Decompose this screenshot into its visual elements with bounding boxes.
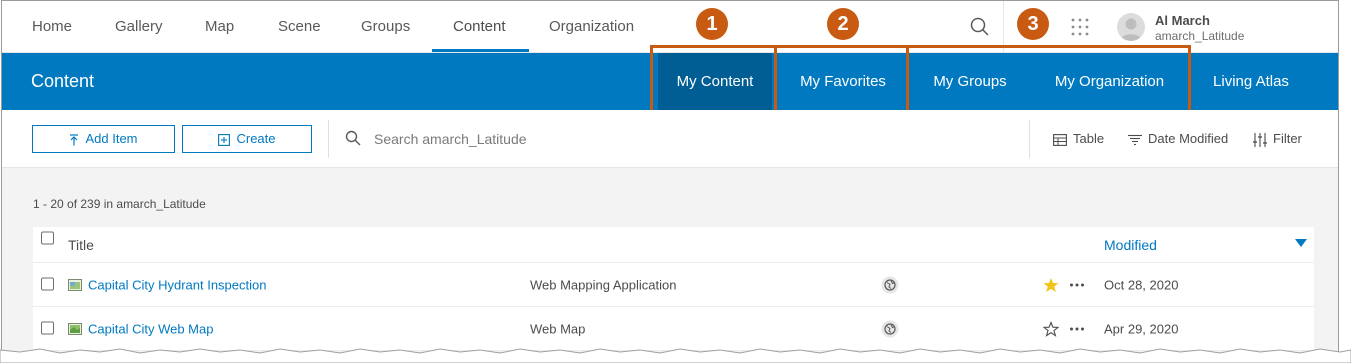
sort-descending-icon[interactable] xyxy=(1295,239,1307,247)
torn-edge-decoration xyxy=(0,348,1351,363)
table-row[interactable]: Capital City Web Map Web Map Apr 29, 202… xyxy=(33,307,1314,351)
column-title-header[interactable]: Title xyxy=(68,237,94,253)
nav-home[interactable]: Home xyxy=(32,1,72,53)
nav-map[interactable]: Map xyxy=(205,1,234,53)
sort-lines-icon xyxy=(1128,134,1142,145)
item-modified-date: Apr 29, 2020 xyxy=(1104,321,1179,336)
search-input[interactable] xyxy=(342,125,1012,153)
item-modified-date: Oct 28, 2020 xyxy=(1104,277,1179,292)
more-options-icon[interactable] xyxy=(1069,282,1085,288)
app-window: Home Gallery Map Scene Groups Content Or… xyxy=(1,0,1339,356)
item-title-link[interactable]: Capital City Hydrant Inspection xyxy=(88,277,266,292)
callout-badge-3: 3 xyxy=(1017,8,1049,40)
content-table: Title Modified Capital City Hydrant Insp… xyxy=(33,227,1314,351)
plus-square-icon xyxy=(218,133,231,146)
content-toolbar: Add Item Create Table xyxy=(2,110,1338,168)
nav-scene[interactable]: Scene xyxy=(278,1,321,53)
callout-box-2 xyxy=(774,45,909,115)
select-all-checkbox[interactable] xyxy=(41,231,54,245)
user-silhouette-icon xyxy=(1120,18,1142,41)
item-type: Web Mapping Application xyxy=(530,277,677,292)
toolbar-divider xyxy=(1029,120,1030,158)
row-checkbox[interactable] xyxy=(41,277,54,291)
column-modified-header[interactable]: Modified xyxy=(1104,237,1157,253)
table-icon xyxy=(1053,133,1067,146)
nav-organization[interactable]: Organization xyxy=(549,1,634,53)
nav-active-indicator xyxy=(432,49,529,52)
results-count: 1 - 20 of 239 in amarch_Latitude xyxy=(33,197,206,211)
filter-label: Filter xyxy=(1273,131,1302,146)
upload-icon xyxy=(70,133,79,146)
shared-everyone-globe-icon xyxy=(881,320,899,337)
view-table-button[interactable]: Table xyxy=(1053,110,1104,168)
app-launcher-icon[interactable] xyxy=(1070,17,1090,37)
user-name[interactable]: Al March xyxy=(1155,13,1210,28)
more-options-icon[interactable] xyxy=(1069,326,1085,332)
add-item-button[interactable]: Add Item xyxy=(32,125,175,153)
item-title-link[interactable]: Capital City Web Map xyxy=(88,321,213,336)
toolbar-divider xyxy=(328,120,329,158)
favorite-star-outline-icon[interactable] xyxy=(1043,320,1059,337)
search-icon[interactable] xyxy=(968,15,992,39)
table-row[interactable]: Capital City Hydrant Inspection Web Mapp… xyxy=(33,263,1314,307)
nav-groups[interactable]: Groups xyxy=(361,1,410,53)
web-map-icon xyxy=(68,322,82,335)
nav-content[interactable]: Content xyxy=(453,1,506,53)
create-label: Create xyxy=(236,131,276,146)
filter-button[interactable]: Filter xyxy=(1253,110,1302,168)
sort-label: Date Modified xyxy=(1148,131,1229,146)
create-button[interactable]: Create xyxy=(182,125,312,153)
user-username[interactable]: amarch_Latitude xyxy=(1155,29,1244,43)
view-label: Table xyxy=(1073,131,1105,146)
page-title: Content xyxy=(31,71,95,91)
table-header-row: Title Modified xyxy=(33,227,1314,263)
shared-everyone-globe-icon xyxy=(881,276,899,293)
callout-badge-1: 1 xyxy=(696,8,728,40)
nav-gallery[interactable]: Gallery xyxy=(115,1,163,53)
sort-button[interactable]: Date Modified xyxy=(1128,110,1228,168)
row-checkbox[interactable] xyxy=(41,321,54,335)
callout-box-3 xyxy=(906,45,1191,115)
callout-box-1 xyxy=(650,45,777,115)
favorite-star-filled-icon[interactable] xyxy=(1043,277,1059,293)
avatar[interactable] xyxy=(1117,13,1145,41)
callout-badge-2: 2 xyxy=(827,8,859,40)
filter-sliders-icon xyxy=(1253,132,1267,147)
web-app-icon xyxy=(68,278,82,291)
add-item-label: Add Item xyxy=(85,131,138,146)
item-type: Web Map xyxy=(530,321,586,336)
tab-living-atlas[interactable]: Living Atlas xyxy=(1195,53,1307,110)
